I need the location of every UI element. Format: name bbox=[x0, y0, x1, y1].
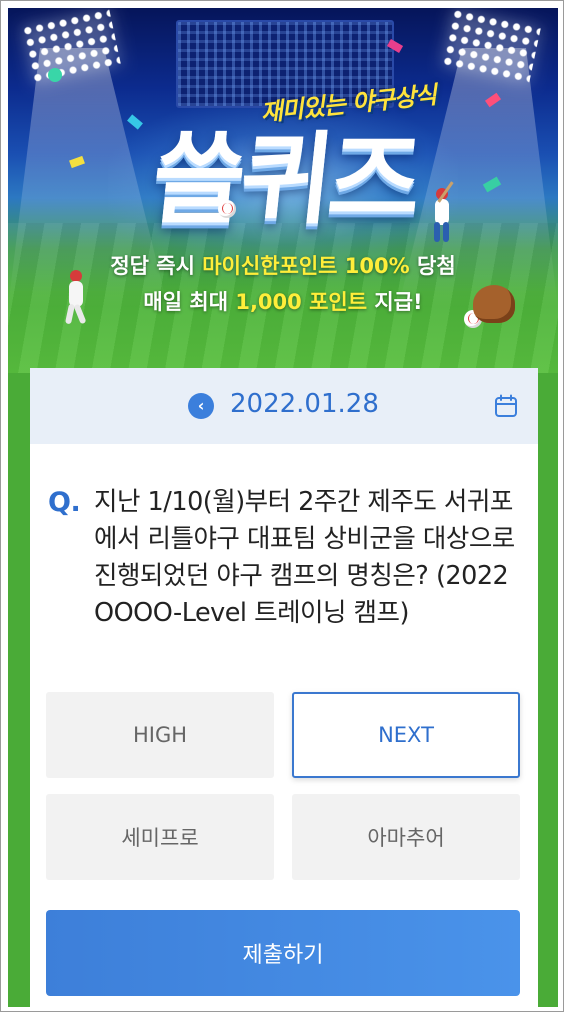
promo-line-2-highlight: 1,000 포인트 bbox=[235, 290, 368, 314]
promo-line-1-highlight: 마이신한포인트 100% bbox=[202, 254, 410, 278]
question-marker: Q. bbox=[48, 487, 81, 518]
answer-option-semipro[interactable]: 세미프로 bbox=[46, 794, 274, 880]
chevron-left-icon[interactable]: ‹ bbox=[188, 393, 214, 419]
quiz-date: 2022.01.28 bbox=[230, 389, 379, 419]
quiz-card: ‹ 2022.01.28 Q. 지난 1/10(월)부터 2주간 제주도 서귀포… bbox=[30, 368, 538, 1007]
promo-line-2: 매일 최대 1,000 포인트 지급! bbox=[8, 286, 558, 316]
promo-line-2-text: 매일 최대 bbox=[143, 290, 236, 314]
promo-line-1-text: 정답 즉시 bbox=[110, 254, 203, 278]
question-block: Q. 지난 1/10(월)부터 2주간 제주도 서귀포에서 리틀야구 대표팀 상… bbox=[48, 484, 518, 632]
promo-line-1: 정답 즉시 마이신한포인트 100% 당첨 bbox=[8, 250, 558, 280]
quiz-banner: 재미있는 야구상식 쓸퀴즈 정답 즉시 마이신한포인트 100% 당첨 매일 최… bbox=[8, 8, 558, 373]
calendar-icon[interactable] bbox=[494, 394, 518, 418]
confetti-dot bbox=[48, 68, 62, 82]
answer-option-next[interactable]: NEXT bbox=[292, 692, 520, 778]
answer-option-high[interactable]: HIGH bbox=[46, 692, 274, 778]
baseball-icon bbox=[218, 200, 236, 218]
banner-title: 쓸퀴즈 bbox=[146, 121, 424, 238]
page-frame: 재미있는 야구상식 쓸퀴즈 정답 즉시 마이신한포인트 100% 당첨 매일 최… bbox=[0, 0, 564, 1012]
question-text: 지난 1/10(월)부터 2주간 제주도 서귀포에서 리틀야구 대표팀 상비군을… bbox=[94, 487, 515, 628]
submit-button[interactable]: 제출하기 bbox=[46, 910, 520, 996]
answer-option-amateur[interactable]: 아마추어 bbox=[292, 794, 520, 880]
promo-line-2-suffix: 지급! bbox=[367, 290, 423, 314]
date-bar: ‹ 2022.01.28 bbox=[30, 368, 538, 444]
promo-line-1-suffix: 당첨 bbox=[409, 254, 456, 278]
content-area: 재미있는 야구상식 쓸퀴즈 정답 즉시 마이신한포인트 100% 당첨 매일 최… bbox=[8, 8, 558, 1007]
